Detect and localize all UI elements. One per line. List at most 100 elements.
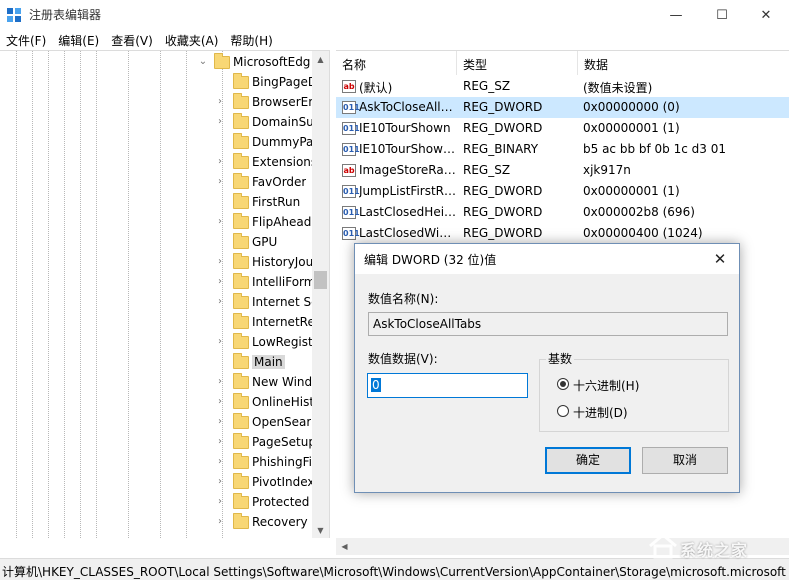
tree-item[interactable]: InternetRe: [0, 313, 312, 333]
dialog-title-bar: 编辑 DWORD (32 位)值 ✕: [355, 244, 739, 274]
column-header-type[interactable]: 类型: [457, 51, 578, 75]
folder-icon: [233, 353, 249, 369]
tree-item[interactable]: › Extensions: [0, 153, 312, 173]
tree-item[interactable]: DummyPat: [0, 133, 312, 153]
menu-edit[interactable]: 编辑(E): [52, 30, 105, 50]
expand-arrow-icon[interactable]: ›: [215, 476, 225, 487]
value-row[interactable]: ab ImageStoreRa… REG_SZ xjk917n: [336, 160, 789, 181]
value-row[interactable]: 011 AskToCloseAll… REG_DWORD 0x00000000 (0): [336, 97, 789, 118]
value-data-input[interactable]: 0: [367, 373, 528, 398]
string-value-icon: ab: [342, 80, 356, 93]
value-data: 0x00000400 (1024): [583, 226, 703, 240]
decimal-radio[interactable]: [557, 405, 569, 417]
value-row[interactable]: ab (默认) REG_SZ (数值未设置): [336, 76, 789, 97]
ok-button[interactable]: 确定: [545, 447, 631, 474]
expand-arrow-icon[interactable]: ›: [215, 436, 225, 447]
expand-arrow-icon[interactable]: ›: [215, 96, 225, 107]
tree-item[interactable]: › OpenSear: [0, 413, 312, 433]
expand-arrow-icon[interactable]: ›: [215, 216, 225, 227]
tree-item[interactable]: › PhishingFil: [0, 453, 312, 473]
folder-icon: [233, 153, 249, 169]
menu-help[interactable]: 帮助(H): [224, 30, 278, 50]
folder-icon: [233, 233, 249, 249]
expand-arrow-icon[interactable]: ›: [215, 456, 225, 467]
tree-item[interactable]: › OnlineHist: [0, 393, 312, 413]
tree-item[interactable]: › PageSetup: [0, 433, 312, 453]
folder-icon: [233, 173, 249, 189]
dialog-close-icon[interactable]: ✕: [707, 248, 733, 270]
folder-icon: [233, 373, 249, 389]
tree-item[interactable]: › LowRegist: [0, 333, 312, 353]
scroll-left-icon[interactable]: ◀: [336, 538, 353, 555]
decimal-radio-label[interactable]: 十进制(D): [573, 404, 628, 421]
expand-arrow-icon[interactable]: ›: [215, 396, 225, 407]
maximize-button[interactable]: ☐: [699, 0, 745, 30]
tree-item[interactable]: ⌄ MicrosoftEdg: [0, 53, 312, 73]
tree-item[interactable]: › Recovery: [0, 513, 312, 533]
collapse-arrow-icon[interactable]: ⌄: [198, 56, 208, 67]
tree-item-label: FlipAhead: [252, 215, 312, 229]
folder-icon: [233, 133, 249, 149]
tree-item[interactable]: › Protected: [0, 493, 312, 513]
minimize-button[interactable]: —: [653, 0, 699, 30]
hex-radio[interactable]: [557, 378, 569, 390]
folder-icon: [233, 393, 249, 409]
watermark-logo: 系统之家: [640, 530, 785, 562]
tree-item[interactable]: › FlipAhead: [0, 213, 312, 233]
expand-arrow-icon[interactable]: ›: [215, 256, 225, 267]
tree-item[interactable]: › HistoryJou: [0, 253, 312, 273]
menu-bar: 文件(F) 编辑(E) 查看(V) 收藏夹(A) 帮助(H): [0, 30, 789, 50]
expand-arrow-icon[interactable]: ›: [215, 516, 225, 527]
column-header-data[interactable]: 数据: [578, 51, 789, 75]
expand-arrow-icon[interactable]: ›: [215, 176, 225, 187]
tree-item[interactable]: › New Wind: [0, 373, 312, 393]
tree-item-label: OnlineHist: [252, 395, 312, 409]
scrollbar-thumb[interactable]: [314, 271, 327, 289]
tree-item[interactable]: FirstRun: [0, 193, 312, 213]
value-name: ImageStoreRa…: [359, 163, 455, 177]
tree-item[interactable]: › DomainSu: [0, 113, 312, 133]
expand-arrow-icon[interactable]: ›: [215, 336, 225, 347]
expand-arrow-icon[interactable]: ›: [215, 416, 225, 427]
value-data: 0x000002b8 (696): [583, 205, 695, 219]
expand-arrow-icon[interactable]: ›: [215, 116, 225, 127]
expand-arrow-icon[interactable]: ›: [215, 276, 225, 287]
cancel-button[interactable]: 取消: [642, 447, 728, 474]
menu-favorites[interactable]: 收藏夹(A): [159, 30, 225, 50]
menu-view[interactable]: 查看(V): [105, 30, 159, 50]
value-type: REG_DWORD: [463, 184, 543, 198]
value-row[interactable]: 011 LastClosedHei… REG_DWORD 0x000002b8 (69…: [336, 202, 789, 223]
expand-arrow-icon[interactable]: ›: [215, 156, 225, 167]
scroll-down-icon[interactable]: ▼: [312, 522, 329, 538]
tree-item-label: DomainSu: [252, 115, 312, 129]
expand-arrow-icon[interactable]: ›: [215, 496, 225, 507]
value-row[interactable]: 011 LastClosedWi… REG_DWORD 0x00000400 (102…: [336, 223, 789, 244]
column-header-name[interactable]: 名称: [336, 51, 457, 75]
tree-item[interactable]: › IntelliForm: [0, 273, 312, 293]
expand-arrow-icon[interactable]: ›: [215, 296, 225, 307]
tree-item[interactable]: › BrowserEm: [0, 93, 312, 113]
tree-item[interactable]: GPU: [0, 233, 312, 253]
close-button[interactable]: ✕: [743, 0, 789, 30]
value-row[interactable]: 011 IE10TourShown REG_DWORD 0x00000001 (1): [336, 118, 789, 139]
expand-arrow-icon[interactable]: ›: [215, 376, 225, 387]
value-row[interactable]: 011 JumpListFirstR… REG_DWORD 0x00000001 (1…: [336, 181, 789, 202]
folder-icon: [233, 93, 249, 109]
folder-icon: [233, 253, 249, 269]
key-tree[interactable]: ⌄ MicrosoftEdg BingPageD › BrowserEm › DomainS…: [0, 50, 330, 538]
tree-item-label: LowRegist: [252, 335, 312, 349]
tree-vertical-scrollbar[interactable]: ▲ ▼: [312, 51, 329, 538]
value-type: REG_SZ: [463, 79, 511, 93]
tree-item[interactable]: › Internet Se: [0, 293, 312, 313]
menu-file[interactable]: 文件(F): [0, 30, 52, 50]
tree-item[interactable]: › PivotIndex: [0, 473, 312, 493]
tree-item[interactable]: › FavOrder: [0, 173, 312, 193]
edit-dword-dialog: 编辑 DWORD (32 位)值 ✕ 数值名称(N): AskToCloseAl…: [354, 243, 740, 493]
value-row[interactable]: 011 IE10TourShow… REG_BINARY b5 ac bb bf 0b…: [336, 139, 789, 160]
scroll-up-icon[interactable]: ▲: [312, 51, 329, 68]
value-name: AskToCloseAll…: [359, 100, 453, 114]
tree-item[interactable]: BingPageD: [0, 73, 312, 93]
hex-radio-label[interactable]: 十六进制(H): [573, 377, 639, 394]
folder-icon: [233, 493, 249, 509]
tree-item[interactable]: Main: [0, 353, 312, 373]
